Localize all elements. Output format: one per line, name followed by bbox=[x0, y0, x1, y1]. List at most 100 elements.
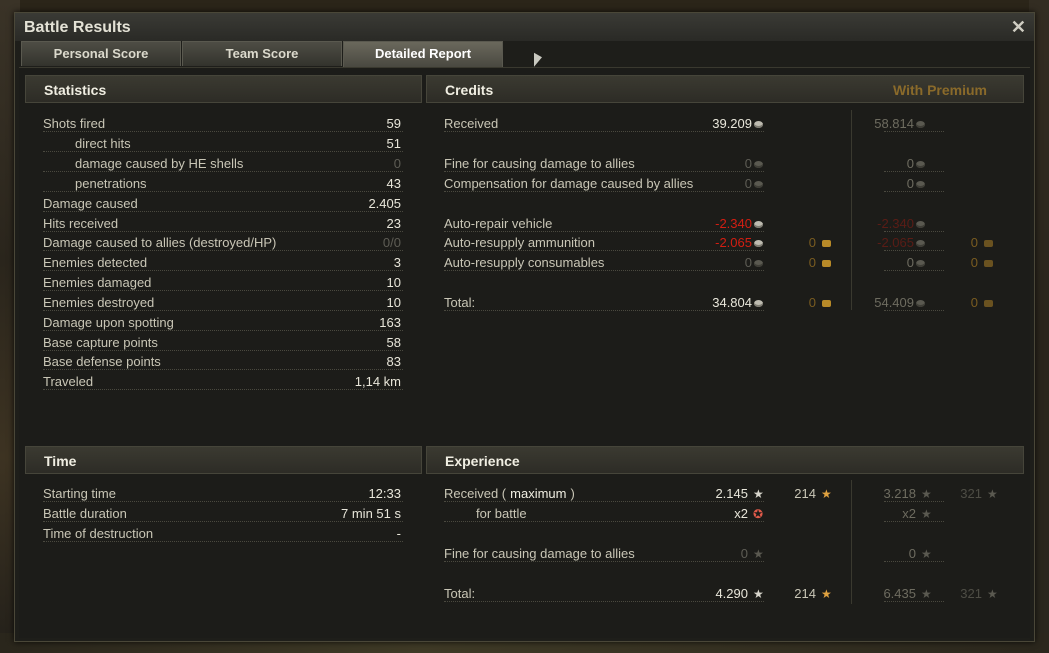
credits-list: Received 39.209 58.814 Fine for causing dam… bbox=[444, 114, 1024, 314]
stat-value: 3 bbox=[393, 255, 401, 270]
premium-gold-icon bbox=[984, 260, 993, 267]
premium-gold-icon bbox=[984, 300, 993, 307]
stat-row: damage caused by HE shells 0 bbox=[43, 154, 403, 174]
premium-gold-value: 0 bbox=[970, 295, 978, 310]
tab-team-score[interactable]: Team Score bbox=[182, 41, 342, 66]
stat-value: 10 bbox=[386, 295, 401, 310]
gold-icon bbox=[822, 300, 831, 307]
experience-row: Received (maximum) 2.145 ★ 214 ★ 3.218 ★ 321 ★ bbox=[444, 484, 1024, 504]
gold-value: 0 bbox=[808, 295, 816, 310]
credits-icon bbox=[754, 181, 763, 188]
tab-detailed-report[interactable]: Detailed Report bbox=[343, 41, 503, 68]
stat-row: Enemies detected 3 bbox=[43, 253, 403, 273]
premium-credits-value: -2.340 bbox=[877, 216, 914, 231]
premium-free-experience-value: 321 bbox=[960, 586, 982, 601]
close-icon[interactable]: ✕ bbox=[1011, 17, 1026, 38]
stat-value: 0/0 bbox=[382, 235, 401, 250]
star-icon: ★ bbox=[753, 547, 764, 561]
time-label: Battle duration bbox=[43, 506, 127, 521]
battle-results-window: Battle Results ✕ Personal Score Team Sco… bbox=[14, 12, 1035, 642]
premium-free-star-icon: ★ bbox=[987, 587, 998, 601]
time-list: Starting time 12:33 Battle duration 7 min 5… bbox=[43, 484, 403, 554]
premium-credits-icon bbox=[916, 300, 925, 307]
credits-icon bbox=[754, 240, 763, 247]
credits-label: Auto-resupply consumables bbox=[444, 255, 605, 270]
stat-value: 163 bbox=[379, 315, 401, 330]
stat-row: direct hits 51 bbox=[43, 134, 403, 154]
premium-credits-value: -2.065 bbox=[877, 235, 914, 250]
premium-credits-icon bbox=[916, 240, 925, 247]
credits-label: Received bbox=[444, 116, 499, 131]
credits-icon bbox=[754, 161, 763, 168]
premium-gold-value: 0 bbox=[970, 235, 978, 250]
window-title: Battle Results bbox=[24, 19, 131, 36]
premium-credits-value: 0 bbox=[906, 176, 914, 191]
gold-value: 0 bbox=[808, 235, 816, 250]
free-experience-star-icon: ★ bbox=[821, 587, 832, 601]
premium-credits-value: 0 bbox=[906, 255, 914, 270]
experience-label: for battle bbox=[476, 506, 527, 521]
stat-row: Damage caused to allies (destroyed/HP) 0/… bbox=[43, 233, 403, 253]
credits-value: -2.340 bbox=[715, 216, 752, 231]
tab-personal-score[interactable]: Personal Score bbox=[21, 41, 181, 66]
star-icon: ★ bbox=[753, 587, 764, 601]
premium-star-icon: ★ bbox=[921, 547, 932, 561]
time-row: Starting time 12:33 bbox=[43, 484, 403, 504]
star-icon: ★ bbox=[753, 487, 764, 501]
time-label: Starting time bbox=[43, 486, 116, 501]
credits-icon bbox=[754, 121, 763, 128]
credits-row: Total: 34.804 0 54.409 0 bbox=[444, 293, 1024, 313]
statistics-header: Statistics bbox=[25, 75, 422, 103]
free-experience-value: 214 bbox=[794, 586, 816, 601]
stat-row: Enemies destroyed 10 bbox=[43, 293, 403, 313]
stat-value: 51 bbox=[386, 136, 401, 151]
stat-label: Shots fired bbox=[43, 116, 106, 131]
premium-experience-value: 3.218 bbox=[883, 486, 916, 501]
experience-label: Received (maximum) bbox=[444, 484, 575, 504]
premium-credits-value: 0 bbox=[906, 156, 914, 171]
stat-row: penetrations 43 bbox=[43, 174, 403, 194]
stat-label: Hits received bbox=[43, 216, 119, 231]
gold-icon bbox=[822, 240, 831, 247]
experience-header: Experience bbox=[426, 446, 1024, 474]
time-value: 7 min 51 s bbox=[341, 506, 401, 521]
premium-experience-value: 6.435 bbox=[883, 586, 916, 601]
experience-row: Fine for causing damage to allies 0 ★ 0 ★ bbox=[444, 544, 1024, 564]
credits-label: Auto-resupply ammunition bbox=[444, 235, 596, 250]
dotted-leader bbox=[884, 270, 944, 271]
premium-free-experience-value: 321 bbox=[960, 486, 982, 501]
stat-label: Damage caused to allies (destroyed/HP) bbox=[43, 235, 277, 250]
stat-value: 2.405 bbox=[368, 196, 401, 211]
time-row: Time of destruction - bbox=[43, 524, 403, 544]
stat-label: Enemies detected bbox=[43, 255, 148, 270]
stat-row: Damage upon spotting 163 bbox=[43, 313, 403, 333]
free-experience-star-icon: ★ bbox=[821, 487, 832, 501]
stat-value: 83 bbox=[386, 354, 401, 369]
credits-value: 39.209 bbox=[712, 116, 752, 131]
received-close: ) bbox=[570, 486, 575, 501]
stat-row: Shots fired 59 bbox=[43, 114, 403, 134]
credits-value: 34.804 bbox=[712, 295, 752, 310]
stat-row: Base defense points 83 bbox=[43, 352, 403, 372]
received-label: Received ( bbox=[444, 486, 507, 501]
stat-label: Traveled bbox=[43, 374, 94, 389]
star-icon: ✪ bbox=[753, 507, 764, 521]
experience-value: 0 bbox=[740, 546, 748, 561]
credits-icon bbox=[754, 221, 763, 228]
stat-value: 58 bbox=[386, 335, 401, 350]
stat-value: 1,14 km bbox=[354, 374, 401, 389]
experience-list: Received (maximum) 2.145 ★ 214 ★ 3.218 ★ 321 ★ fo… bbox=[444, 484, 1024, 614]
premium-gold-value: 0 bbox=[970, 255, 978, 270]
stat-label: Base capture points bbox=[43, 335, 158, 350]
stat-row: Damage caused 2.405 bbox=[43, 194, 403, 214]
stat-label: Base defense points bbox=[43, 354, 161, 369]
experience-title: Experience bbox=[445, 453, 520, 469]
stat-label: Damage upon spotting bbox=[43, 315, 174, 330]
premium-credits-icon bbox=[916, 260, 925, 267]
dotted-leader bbox=[884, 191, 944, 192]
gold-value: 0 bbox=[808, 255, 816, 270]
credits-icon bbox=[754, 300, 763, 307]
credits-icon bbox=[754, 260, 763, 267]
stat-value: 59 bbox=[386, 116, 401, 131]
statistics-list: Shots fired 59 direct hits 51 damage caused … bbox=[43, 114, 403, 404]
